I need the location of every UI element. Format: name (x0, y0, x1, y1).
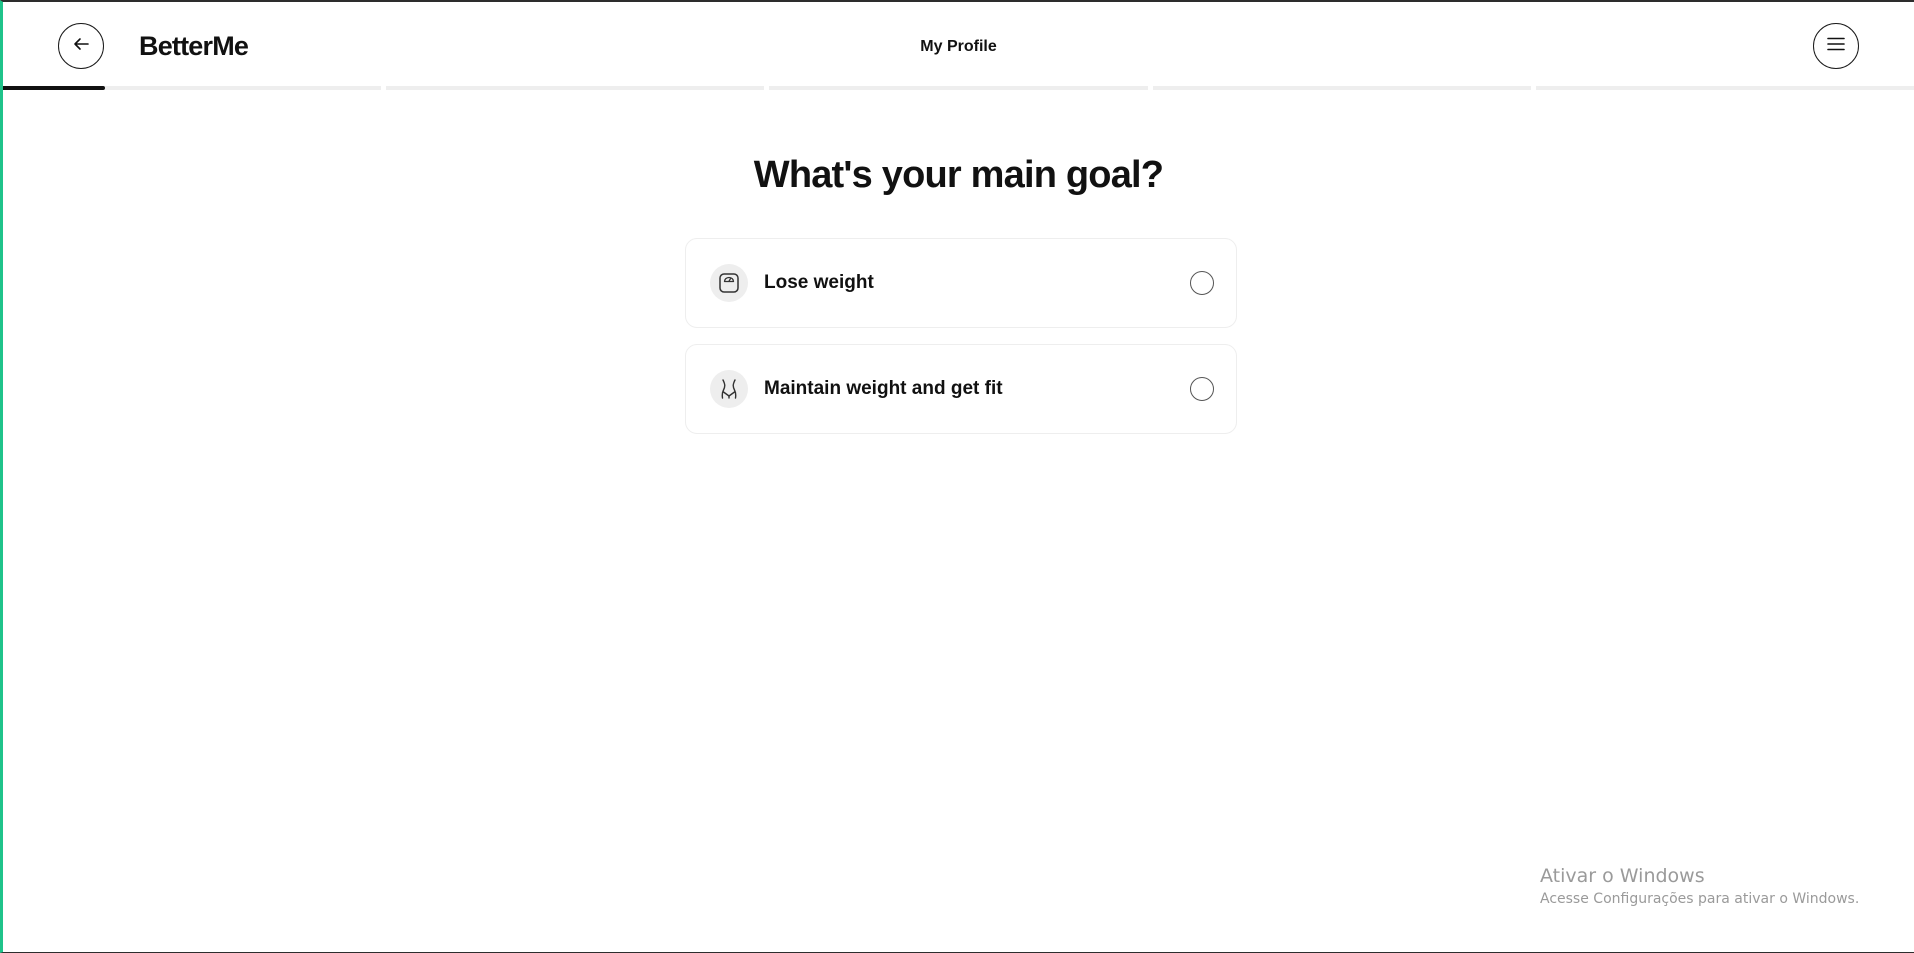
watermark-title: Ativar o Windows (1540, 865, 1705, 887)
progress-segment (1535, 86, 1914, 90)
header: BetterMe My Profile (3, 2, 1914, 90)
watermark-subtitle: Acesse Configurações para ativar o Windo… (1540, 891, 1860, 907)
progress-segment (769, 86, 1148, 90)
option-lose-weight[interactable]: Lose weight (685, 238, 1237, 328)
page-title: My Profile (920, 38, 997, 55)
option-maintain-weight[interactable]: Maintain weight and get fit (685, 344, 1237, 434)
progress-fill (3, 86, 106, 90)
progress-segment (3, 86, 382, 90)
app-window: BetterMe My Profile What's your main goa… (0, 0, 1914, 953)
goal-options: Lose weight Maintain weight and get fit (685, 238, 1237, 450)
option-label: Maintain weight and get fit (764, 378, 1003, 399)
progress-segment (386, 86, 765, 90)
radio-button[interactable] (1190, 377, 1214, 401)
waist-icon (710, 370, 748, 408)
hamburger-menu-icon (1827, 37, 1845, 56)
scale-icon (710, 264, 748, 302)
windows-activation-watermark: Ativar o Windows Acesse Configurações pa… (1540, 865, 1859, 907)
question-title: What's your main goal? (753, 154, 1164, 196)
menu-button[interactable] (1813, 23, 1859, 69)
progress-bar (3, 86, 1914, 90)
radio-button[interactable] (1190, 271, 1214, 295)
option-label: Lose weight (764, 272, 874, 293)
progress-segment (1152, 86, 1531, 90)
